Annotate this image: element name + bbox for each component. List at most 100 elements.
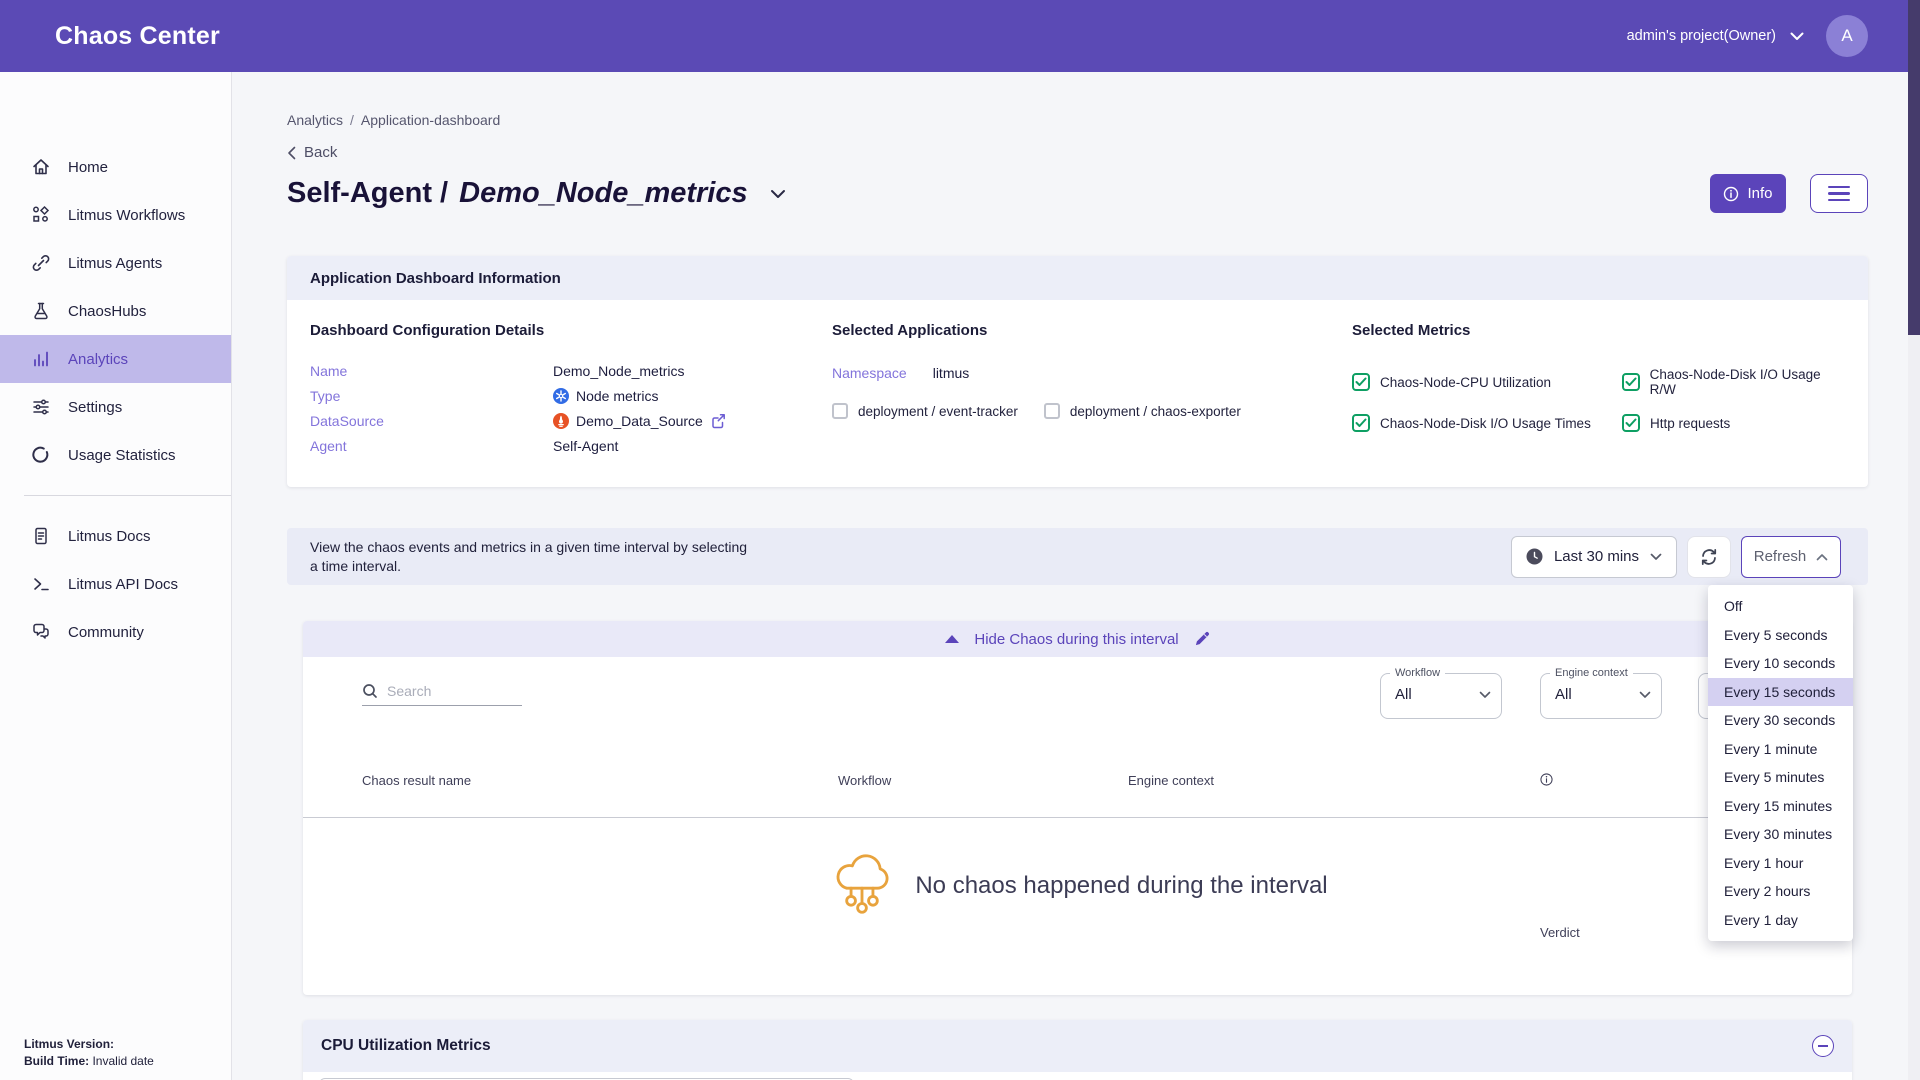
dashboard-configuration-details: Dashboard Configuration Details Name Dem…: [310, 322, 832, 454]
config-label-agent: Agent: [310, 438, 553, 454]
menu-item-every-15-minutes[interactable]: Every 15 minutes: [1708, 792, 1853, 821]
sidebar-item-chaoshubs[interactable]: ChaosHubs: [0, 287, 231, 335]
config-value-agent: Self-Agent: [553, 438, 832, 454]
clock-icon: [1526, 548, 1543, 565]
sidebar-item-analytics[interactable]: Analytics: [0, 335, 231, 383]
flask-icon: [31, 301, 51, 321]
menu-item-every-1-day[interactable]: Every 1 day: [1708, 906, 1853, 935]
menu-item-every-30-seconds[interactable]: Every 30 seconds: [1708, 706, 1853, 735]
sidebar: Home Litmus Workflows Litmus Agents Chao…: [0, 72, 232, 1080]
config-value-type: Node metrics: [553, 388, 832, 404]
time-range-select[interactable]: Last 30 mins: [1511, 536, 1677, 578]
kubernetes-icon: [553, 388, 569, 404]
config-label-name: Name: [310, 363, 553, 379]
menu-item-every-15-seconds[interactable]: Every 15 seconds: [1708, 678, 1853, 707]
menu-item-every-5-minutes[interactable]: Every 5 minutes: [1708, 763, 1853, 792]
scrollbar-track[interactable]: [1908, 0, 1920, 1080]
sliders-icon: [31, 397, 51, 417]
sidebar-item-litmus-workflows[interactable]: Litmus Workflows: [0, 191, 231, 239]
menu-item-every-1-hour[interactable]: Every 1 hour: [1708, 849, 1853, 878]
main-content: Analytics/Application-dashboard Back Sel…: [232, 72, 1920, 1080]
checkbox-unchecked-icon: [832, 403, 848, 419]
hamburger-icon: [1828, 186, 1850, 189]
terminal-icon: [31, 574, 51, 594]
scrollbar-thumb[interactable]: [1908, 0, 1920, 335]
menu-item-every-10-seconds[interactable]: Every 10 seconds: [1708, 649, 1853, 678]
config-value-name: Demo_Node_metrics: [553, 363, 832, 379]
external-link-icon[interactable]: [710, 413, 726, 429]
sidebar-item-litmus-docs[interactable]: Litmus Docs: [0, 512, 231, 560]
cloud-network-icon: [827, 849, 897, 923]
refresh-now-button[interactable]: [1687, 536, 1731, 578]
menu-item-every-2-hours[interactable]: Every 2 hours: [1708, 877, 1853, 906]
namespace-label: Namespace: [832, 365, 907, 381]
refresh-icon: [1698, 546, 1720, 568]
info-icon: [1723, 186, 1739, 202]
dashboard-switcher-caret[interactable]: [770, 189, 786, 199]
app-header: Chaos Center admin's project(Owner) A: [0, 0, 1920, 72]
collapse-button[interactable]: [1812, 1035, 1834, 1057]
sidebar-item-settings[interactable]: Settings: [0, 383, 231, 431]
search-field: [362, 683, 522, 706]
workflow-filter[interactable]: Workflow All: [1380, 673, 1502, 719]
config-value-datasource: Demo_Data_Source: [553, 413, 832, 429]
hide-chaos-toggle[interactable]: Hide Chaos during this interval: [303, 621, 1852, 657]
sidebar-item-usage-statistics[interactable]: Usage Statistics: [0, 431, 231, 479]
checkbox-checked-icon: [1352, 373, 1370, 391]
page-title: Self-Agent / Demo_Node_metrics: [287, 177, 748, 210]
chevron-down-icon: [1639, 691, 1651, 699]
sidebar-item-litmus-agents[interactable]: Litmus Agents: [0, 239, 231, 287]
selected-metrics: Selected Metrics Chaos-Node-CPU Utilizat…: [1352, 322, 1845, 454]
table-divider: [303, 817, 1852, 818]
metric-cpu-utilization[interactable]: Chaos-Node-CPU Utilization: [1352, 367, 1602, 397]
link-icon: [31, 253, 51, 273]
breadcrumb: Analytics/Application-dashboard: [287, 112, 500, 128]
metric-disk-io-times[interactable]: Chaos-Node-Disk I/O Usage Times: [1352, 414, 1602, 432]
cpu-section-title: CPU Utilization Metrics: [321, 1037, 491, 1055]
pencil-icon[interactable]: [1194, 631, 1210, 647]
column-engine-context: Engine context: [1128, 773, 1214, 788]
info-button[interactable]: Info: [1710, 174, 1786, 213]
checkbox-chaos-exporter[interactable]: deployment / chaos-exporter: [1044, 403, 1241, 419]
chevron-left-icon: [287, 146, 296, 160]
engine-context-filter[interactable]: Engine context All: [1540, 673, 1662, 719]
info-icon[interactable]: [1540, 773, 1553, 786]
time-range-value: Last 30 mins: [1554, 548, 1639, 565]
checkbox-checked-icon: [1352, 414, 1370, 432]
column-verdict: Verdict: [1540, 773, 1553, 786]
back-button[interactable]: Back: [287, 144, 337, 161]
menu-item-every-5-seconds[interactable]: Every 5 seconds: [1708, 621, 1853, 650]
metric-http-requests[interactable]: Http requests: [1622, 414, 1845, 432]
version-info: Litmus Version: Build Time: Invalid date: [24, 1036, 154, 1070]
chevron-down-icon: [1479, 691, 1491, 699]
chevron-down-icon: [1650, 553, 1662, 561]
dashboard-information-card: Application Dashboard Information Dashbo…: [287, 256, 1868, 487]
workflows-icon: [31, 205, 51, 225]
checkbox-checked-icon: [1622, 414, 1640, 432]
sidebar-item-community[interactable]: Community: [0, 608, 231, 656]
breadcrumb-analytics[interactable]: Analytics: [287, 112, 343, 128]
minus-icon: [1818, 1045, 1828, 1047]
empty-state: No chaos happened during the interval: [303, 849, 1852, 923]
namespace-value: litmus: [933, 365, 970, 381]
menu-item-every-1-minute[interactable]: Every 1 minute: [1708, 735, 1853, 764]
time-interval-bar: View the chaos events and metrics in a g…: [287, 528, 1868, 585]
sidebar-item-home[interactable]: Home: [0, 143, 231, 191]
refresh-rate-button[interactable]: Refresh: [1741, 536, 1841, 578]
project-selector[interactable]: admin's project(Owner): [1627, 28, 1804, 44]
usage-donut-icon: [31, 445, 51, 465]
triangle-up-icon: [945, 635, 959, 643]
menu-item-off[interactable]: Off: [1708, 592, 1853, 621]
dashboard-menu-button[interactable]: [1810, 174, 1868, 213]
sidebar-item-litmus-api-docs[interactable]: Litmus API Docs: [0, 560, 231, 608]
interval-description: View the chaos events and metrics in a g…: [310, 538, 755, 576]
checkbox-event-tracker[interactable]: deployment / event-tracker: [832, 403, 1018, 419]
metric-disk-io-rw[interactable]: Chaos-Node-Disk I/O Usage R/W: [1622, 367, 1845, 397]
search-input[interactable]: [387, 683, 507, 699]
menu-item-every-30-minutes[interactable]: Every 30 minutes: [1708, 820, 1853, 849]
chaos-events-card: Hide Chaos during this interval Workflow…: [303, 621, 1852, 995]
document-icon: [31, 526, 51, 546]
avatar[interactable]: A: [1826, 15, 1868, 57]
empty-message: No chaos happened during the interval: [915, 872, 1327, 900]
dashboard-information-title: Application Dashboard Information: [287, 256, 1868, 300]
